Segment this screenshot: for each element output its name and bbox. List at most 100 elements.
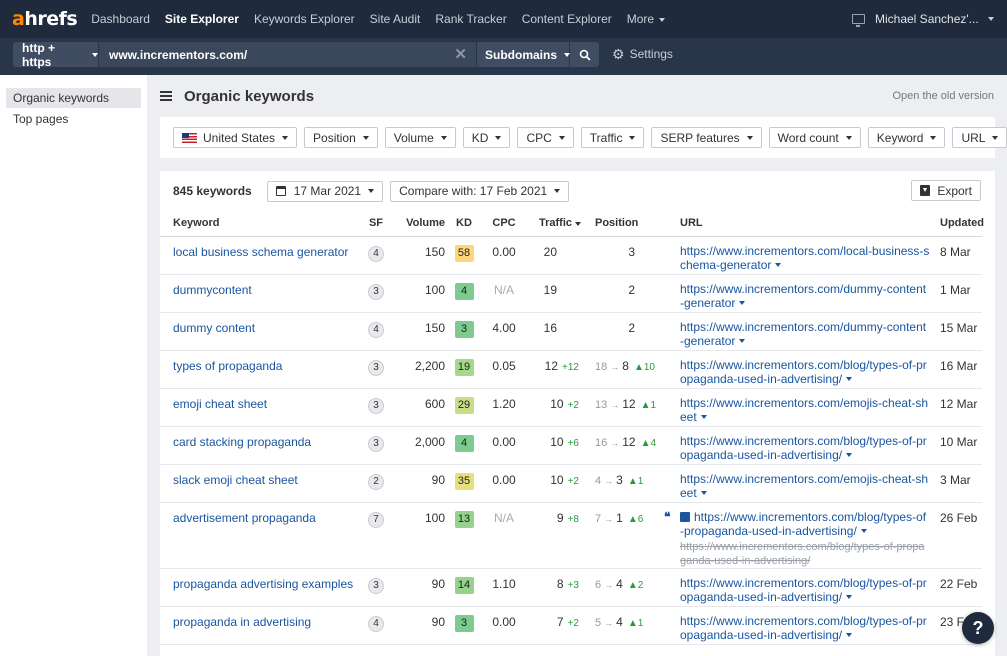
keyword-filter[interactable]: Keyword [867, 127, 946, 148]
sf-badge[interactable]: 4 [368, 615, 384, 632]
sf-badge[interactable]: 3 [368, 283, 384, 300]
chevron-down-icon[interactable] [775, 263, 782, 268]
url-link[interactable]: https://www.incrementors.com/emojis-chea… [680, 472, 928, 500]
kd-badge: 3 [454, 614, 474, 632]
sf-badge[interactable]: 3 [368, 359, 384, 376]
traffic-value: 19 [543, 282, 557, 297]
keyword-link[interactable]: slack emoji cheat sheet [160, 464, 365, 503]
position-change: ▲4 [640, 437, 657, 449]
table-row: dummycontent 3 100 4 N/A 19 2 https://www.incre… [160, 274, 982, 313]
page-title: Organic keywords [184, 87, 315, 105]
sf-badge[interactable]: 3 [368, 435, 384, 452]
nav-more[interactable]: More [627, 12, 665, 26]
col-url[interactable]: URL [676, 211, 936, 237]
keyword-link[interactable]: card stacking propaganda [160, 426, 365, 465]
ahrefs-logo[interactable]: ahrefs [12, 8, 78, 30]
chevron-down-icon[interactable] [846, 595, 853, 600]
export-button[interactable]: Export [911, 180, 981, 201]
url-link[interactable]: https://www.incrementors.com/blog/types-… [680, 358, 927, 386]
target-url-input[interactable]: www.incrementors.com/ ✕ [99, 42, 476, 67]
kd-badge: 4 [454, 282, 474, 300]
col-cpc[interactable]: CPC [483, 211, 525, 237]
nav-content-explorer[interactable]: Content Explorer [522, 12, 612, 26]
url-link[interactable]: https://www.incrementors.com/blog/types-… [680, 434, 927, 462]
keywords-card: 845 keywords 17 Mar 2021 Compare with: 1… [160, 171, 995, 656]
col-traffic[interactable]: Traffic [525, 211, 581, 237]
updated-date: 3 Mar [936, 464, 982, 503]
sf-badge[interactable]: 4 [368, 321, 384, 338]
hamburger-icon[interactable] [160, 91, 172, 101]
keyword-link[interactable]: dummycontent [160, 274, 365, 313]
chevron-down-icon[interactable] [846, 453, 853, 458]
chevron-down-icon[interactable] [700, 415, 707, 420]
sf-badge[interactable]: 7 [368, 511, 384, 528]
col-volume[interactable]: Volume [387, 211, 445, 237]
nav-keywords-explorer[interactable]: Keywords Explorer [254, 12, 355, 26]
old-version-link[interactable]: Open the old version [892, 90, 994, 102]
keyword-link[interactable]: propaganda in advertising [160, 606, 365, 645]
sf-badge[interactable]: 4 [368, 245, 384, 262]
url-link[interactable]: https://www.incrementors.com/emojis-chea… [680, 396, 928, 424]
keyword-link[interactable]: local business schema generator [160, 236, 365, 275]
url-link[interactable]: https://www.incrementors.com/dummy-conte… [680, 282, 926, 310]
serp-features-filter[interactable]: SERP features [651, 127, 762, 148]
nav-rank-tracker[interactable]: Rank Tracker [435, 12, 506, 26]
keyword-link[interactable]: advertisement propaganda [160, 502, 365, 569]
col-position[interactable]: Position [581, 211, 676, 237]
volume-value: 2,000 [387, 426, 445, 465]
clear-icon[interactable]: ✕ [454, 46, 467, 63]
chevron-down-icon[interactable] [860, 529, 867, 534]
col-kd[interactable]: KD [445, 211, 483, 237]
user-menu[interactable]: Michael Sanchez'... [875, 12, 985, 26]
help-button[interactable]: ? [962, 612, 994, 644]
search-button[interactable] [570, 42, 599, 67]
volume-filter[interactable]: Volume [384, 127, 456, 148]
sidebar-item-top-pages[interactable]: Top pages [6, 109, 141, 129]
keyword-link[interactable]: dummy content [160, 312, 365, 351]
chevron-down-icon[interactable] [739, 339, 746, 344]
nav-site-explorer[interactable]: Site Explorer [165, 12, 239, 26]
nav-site-audit[interactable]: Site Audit [370, 12, 421, 26]
col-updated[interactable]: Updated [936, 211, 984, 237]
position-filter[interactable]: Position [304, 127, 378, 148]
kd-badge: 35 [454, 472, 474, 490]
settings-button[interactable]: ⚙ Settings [612, 47, 673, 61]
keyword-link[interactable]: emoji cheat sheet [160, 388, 365, 427]
cpc-value: N/A [483, 502, 525, 569]
sidebar: Organic keywords Top pages [0, 75, 147, 656]
country-filter[interactable]: United States [173, 127, 298, 148]
chevron-down-icon[interactable] [988, 17, 994, 21]
col-keyword[interactable]: Keyword [160, 211, 365, 237]
chevron-down-icon[interactable] [846, 377, 853, 382]
sf-badge[interactable]: 3 [368, 577, 384, 594]
monitor-icon[interactable] [852, 14, 865, 27]
filter-bar: United States Position Volume KD CPC Tra… [160, 117, 1007, 158]
word-count-filter[interactable]: Word count [768, 127, 861, 148]
traffic-filter[interactable]: Traffic [580, 127, 645, 148]
volume-value: 150 [387, 312, 445, 351]
kd-filter[interactable]: KD [462, 127, 511, 148]
cpc-filter[interactable]: CPC [517, 127, 574, 148]
url-link[interactable]: https://www.incrementors.com/dummy-conte… [680, 320, 926, 348]
chevron-down-icon[interactable] [700, 491, 707, 496]
col-sf[interactable]: SF [365, 211, 387, 237]
mode-select[interactable]: Subdomains [477, 42, 571, 67]
sf-badge[interactable]: 3 [368, 397, 384, 414]
keyword-link[interactable]: propaganda advertising examples [160, 568, 365, 607]
url-link[interactable]: https://www.incrementors.com/blog/types-… [680, 614, 927, 642]
date-picker[interactable]: 17 Mar 2021 [266, 180, 384, 202]
nav-dashboard[interactable]: Dashboard [91, 12, 150, 26]
url-link[interactable]: https://www.incrementors.com/local-busin… [680, 244, 929, 272]
url-link[interactable]: https://www.incrementors.com/blog/types-… [680, 510, 926, 538]
url-filter[interactable]: URL [952, 127, 1007, 148]
current-position: 8 [622, 358, 629, 373]
sidebar-item-organic-keywords[interactable]: Organic keywords [6, 88, 141, 108]
url-link[interactable]: https://www.incrementors.com/blog/types-… [680, 576, 927, 604]
compare-picker[interactable]: Compare with: 17 Feb 2021 [390, 180, 570, 202]
sf-badge[interactable]: 2 [368, 473, 384, 490]
chevron-down-icon[interactable] [739, 301, 746, 306]
cpc-value: 0.00 [483, 606, 525, 645]
chevron-down-icon[interactable] [846, 633, 853, 638]
protocol-select[interactable]: http + https [13, 41, 98, 69]
keyword-link[interactable]: types of propaganda [160, 350, 365, 389]
